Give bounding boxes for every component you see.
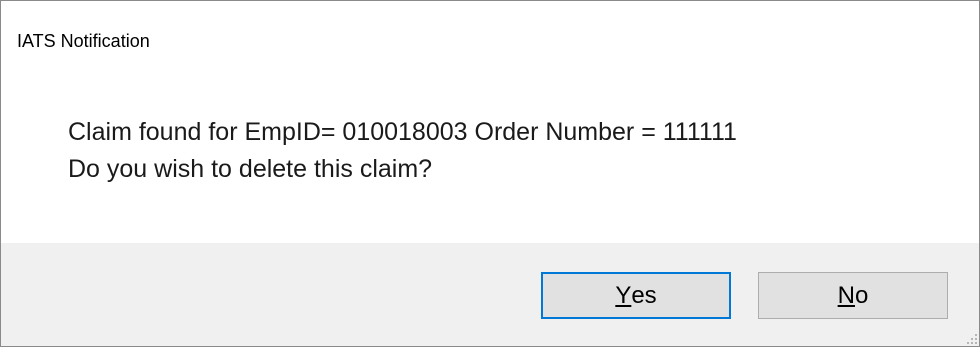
yes-button-label: es xyxy=(631,281,657,309)
yes-button-mnemonic: Y xyxy=(615,281,632,309)
resize-grip-icon[interactable] xyxy=(967,334,977,344)
no-button-label: o xyxy=(854,281,869,309)
no-button-mnemonic: N xyxy=(837,281,855,309)
notification-dialog: IATS Notification Claim found for EmpID=… xyxy=(0,0,980,347)
no-button[interactable]: No xyxy=(758,272,948,319)
message-line-claim-found: Claim found for EmpID= 010018003 Order N… xyxy=(68,118,737,146)
dialog-title: IATS Notification xyxy=(17,31,150,51)
dialog-button-bar: Yes No xyxy=(1,243,979,346)
dialog-message: Claim found for EmpID= 010018003 Order N… xyxy=(68,114,737,188)
message-line-delete-question: Do you wish to delete this claim? xyxy=(68,155,433,183)
yes-button[interactable]: Yes xyxy=(541,272,731,319)
